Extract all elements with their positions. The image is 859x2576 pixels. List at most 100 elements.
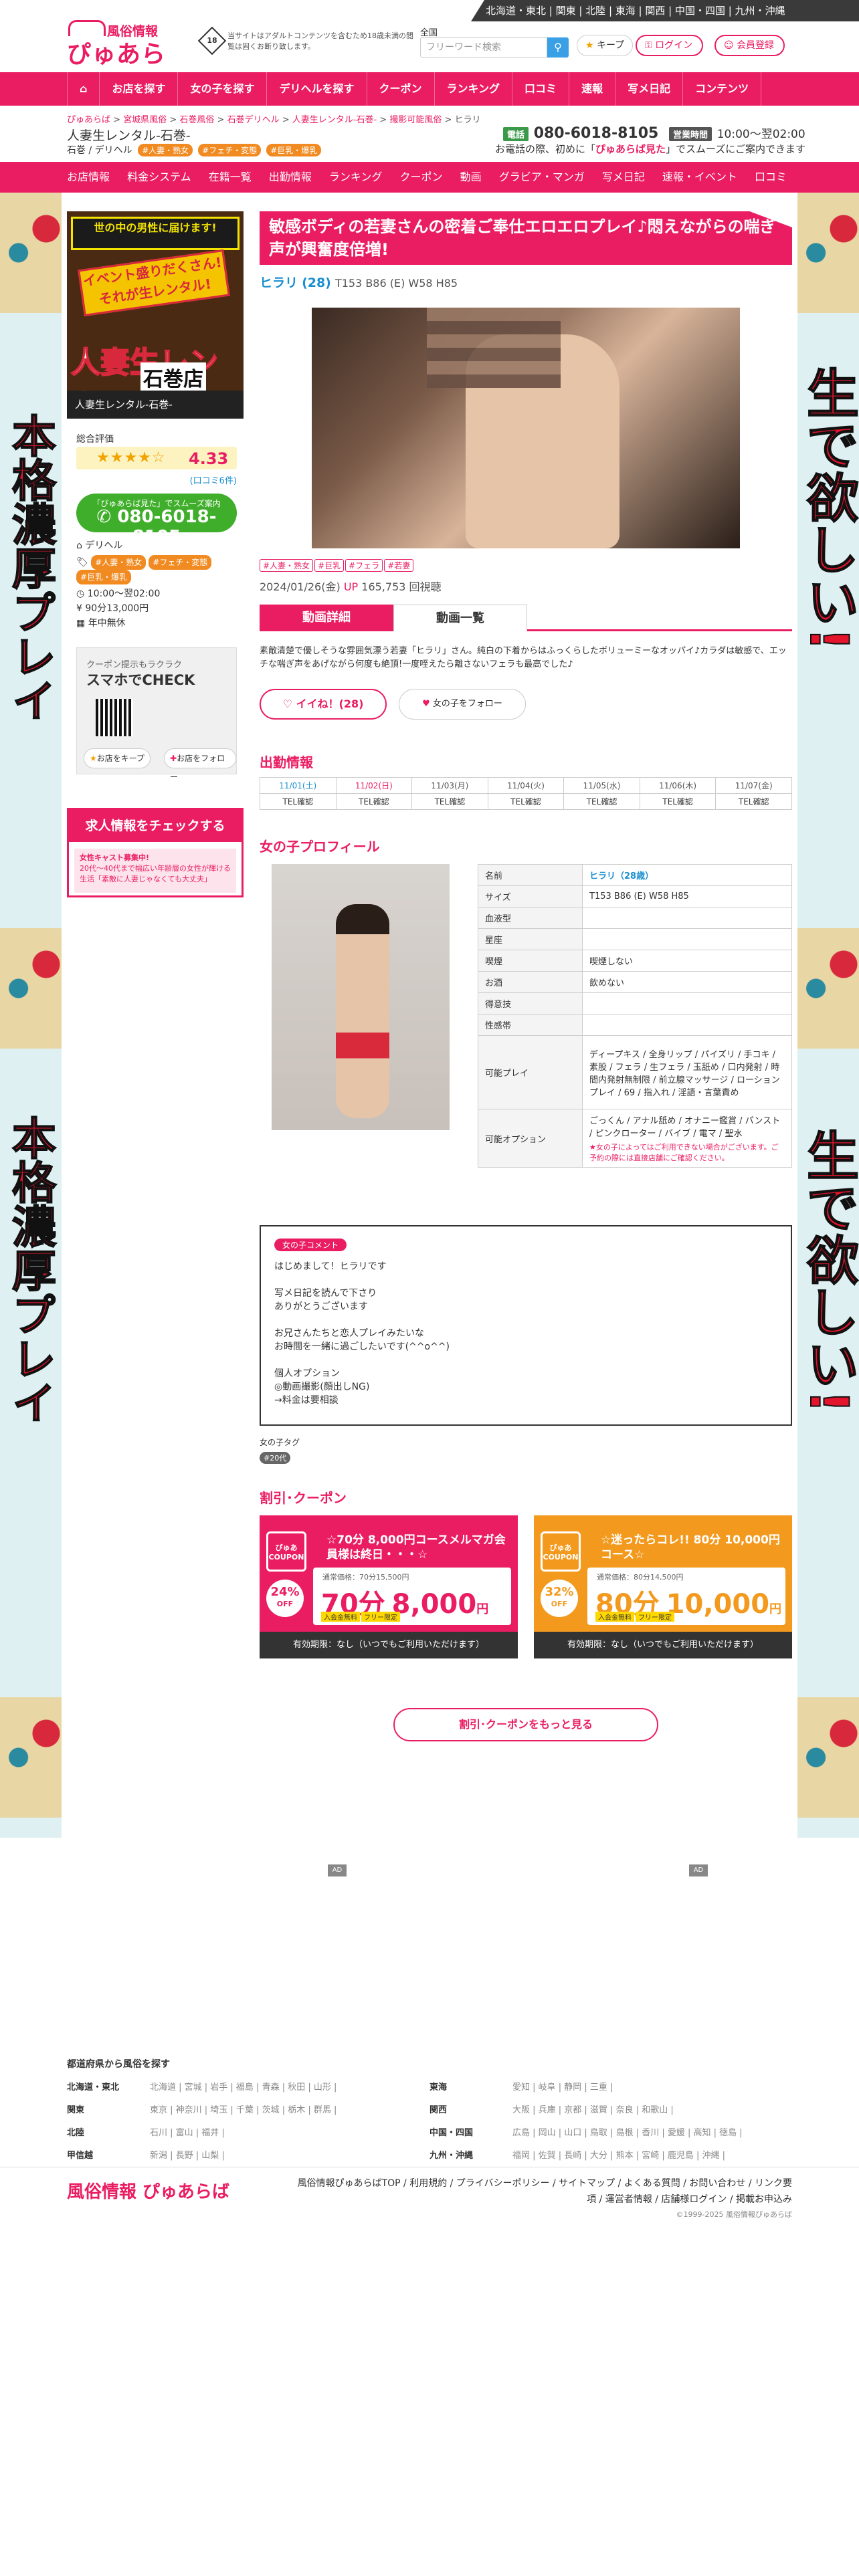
main-nav-item[interactable]: お店を探す — [99, 72, 177, 106]
right-side-banner[interactable]: 生で欲しい! 生で欲しい! — [797, 193, 859, 1838]
sub-nav-item[interactable]: 口コミ — [747, 162, 795, 193]
tab-video-detail[interactable]: 動画詳細 — [260, 605, 393, 631]
job-info-box[interactable]: 求人情報をチェックする 女性キャスト募集中! 20代〜40代まで幅広い年齢層の女性… — [67, 808, 244, 897]
sub-nav-item[interactable]: グラビア・マンガ — [491, 162, 593, 193]
prefecture-region[interactable]: 北陸 — [67, 2123, 84, 2144]
left-side-banner[interactable]: 本格濃厚プレイ 本格濃厚プレイ — [0, 193, 62, 1838]
breadcrumb-link[interactable]: 撮影可能風俗 — [389, 115, 442, 125]
follow-girl-button[interactable]: ♥ 女の子をフォロー — [399, 689, 526, 720]
rating-box: 総合評価 ★★★★☆ 4.33 (口コミ6件) — [67, 429, 244, 486]
shop-tag[interactable]: #フェチ・変態 — [198, 144, 262, 156]
prefecture-links[interactable]: 新潟 | 長野 | 山梨 | — [150, 2145, 225, 2167]
sub-nav-item[interactable]: 速報・イベント — [654, 162, 745, 193]
profile-value: 飲めない — [582, 971, 792, 993]
rating-label: 総合評価 — [76, 434, 114, 445]
sub-nav-item[interactable]: 動画 — [452, 162, 490, 193]
shop-name[interactable]: 人妻生レンタル-石巻- — [67, 126, 191, 144]
main-nav: ⌂ お店を探す 女の子を探す デリヘルを探す クーポン ランキング 口コミ 速報 写メ日記 コン… — [0, 72, 859, 106]
sub-nav-item[interactable]: 料金システム — [119, 162, 199, 193]
girl-name[interactable]: ヒラリ — [260, 276, 298, 290]
prefecture-region[interactable]: 北海道・東北 — [67, 2077, 119, 2099]
main-nav-item[interactable]: 口コミ — [512, 72, 569, 106]
main-nav-item[interactable]: ランキング — [434, 72, 512, 106]
video-tag[interactable]: #若妻 — [384, 559, 414, 572]
sub-nav-item[interactable]: 在籍一覧 — [201, 162, 260, 193]
schedule-status: TEL確認 — [563, 793, 640, 810]
shop-area-type[interactable]: 石巻 / デリヘル — [67, 145, 132, 156]
login-button[interactable]: ⚿ ログイン — [636, 35, 704, 56]
profile-row: 得意技 — [478, 992, 792, 1014]
video-tag[interactable]: #人妻・熟女 — [260, 559, 314, 572]
logo-ring — [68, 20, 106, 36]
sub-nav-item[interactable]: ランキング — [321, 162, 391, 193]
breadcrumb-link[interactable]: 石巻デリヘル — [227, 115, 280, 125]
schedule-day: 11/06(木) — [639, 777, 717, 794]
user-icon: ☺ — [724, 40, 734, 51]
prefecture-region[interactable]: 関西 — [430, 2100, 447, 2121]
search-icon[interactable]: ⚲ — [547, 37, 569, 58]
coupon-chips: 入会金無料 フリー限定 — [321, 1612, 401, 1622]
side-tag[interactable]: #フェチ・変態 — [149, 555, 212, 570]
prefecture-links[interactable]: 広島 | 岡山 | 山口 | 鳥取 | 島根 | 香川 | 愛媛 | 高知 | … — [512, 2123, 743, 2144]
keep-button[interactable]: ★ キープ — [577, 35, 634, 56]
sub-nav-item[interactable]: 出勤情報 — [261, 162, 320, 193]
side-tag[interactable]: #人妻・熟女 — [91, 555, 147, 570]
profile-option-note: ★女の子によってはご利用できない場合がございます。ご予約の際には直接店舗にご確認… — [589, 1143, 779, 1162]
breadcrumb-link[interactable]: ぴゅあらば — [67, 115, 110, 125]
register-label: 会員登録 — [737, 40, 775, 51]
sub-nav-item[interactable]: お店情報 — [59, 162, 118, 193]
shop-tag[interactable]: #巨乳・爆乳 — [266, 144, 322, 156]
tel-number[interactable]: 080-6018-8105 — [534, 125, 659, 142]
shop-banner[interactable]: 世の中の男性に届けます! イベント盛りだくさん! それが生レンタル! 人妻生レン… — [67, 211, 244, 419]
main-nav-item[interactable]: 速報 — [569, 72, 615, 106]
video-player[interactable] — [312, 308, 740, 548]
breadcrumb-link[interactable]: 人妻生レンタル-石巻- — [292, 115, 377, 125]
footer-logo[interactable]: 風俗情報 ぴゅあらば — [67, 2178, 229, 2203]
main-nav-item[interactable]: 写メ日記 — [615, 72, 682, 106]
girl-tag[interactable]: #20代 — [260, 1452, 291, 1464]
sub-nav-item[interactable]: 写メ日記 — [594, 162, 653, 193]
coupon-card[interactable]: ぴゅあ COUPON ☆迷ったらコレ!! 80分 10,000円コース☆ 通常価格：8… — [534, 1515, 792, 1658]
breadcrumb-link[interactable]: 石巻風俗 — [179, 115, 214, 125]
breadcrumb-link[interactable]: 宮城県風俗 — [123, 115, 167, 125]
main-nav-item[interactable]: コンテンツ — [682, 72, 762, 106]
like-button[interactable]: ♡ イイね！(28) — [260, 689, 387, 720]
side-tag[interactable]: #巨乳・爆乳 — [76, 570, 132, 584]
prefecture-region[interactable]: 甲信越 — [67, 2145, 93, 2167]
keep-shop-button[interactable]: ★お店をキープ — [84, 748, 151, 768]
coupon-card[interactable]: ぴゅあ COUPON ☆70分 8,000円コースメルマガ会員様は終日・・・☆ 通常価… — [260, 1515, 518, 1658]
prefecture-links[interactable]: 石川 | 富山 | 福井 | — [150, 2123, 225, 2144]
main-nav-item[interactable]: デリヘルを探す — [266, 72, 366, 106]
prefecture-links[interactable]: 福岡 | 佐賀 | 長崎 | 大分 | 熊本 | 宮崎 | 鹿児島 | 沖縄 | — [512, 2145, 725, 2167]
main-nav-item[interactable]: 女の子を探す — [177, 72, 266, 106]
prefecture-region[interactable]: 東海 — [430, 2077, 447, 2099]
video-headline: 敏感ボディの若妻さんの密着ご奉仕エロエロプレイ♪悶えながらの喘ぎ声が興奮度倍増! — [260, 211, 792, 265]
region-links[interactable]: 北海道・東北 | 関東 | 北陸 | 東海 | 関西 | 中国・四国 | 九州・… — [471, 0, 859, 21]
prefecture-links[interactable]: 北海道 | 宮城 | 岩手 | 福島 | 青森 | 秋田 | 山形 | — [150, 2077, 337, 2099]
prefecture-links[interactable]: 愛知 | 岐阜 | 静岡 | 三重 | — [512, 2077, 613, 2099]
prefecture-region[interactable]: 九州・沖縄 — [430, 2145, 473, 2167]
prefecture-region[interactable]: 中国・四国 — [430, 2123, 473, 2144]
prefecture-group: 東海 愛知 | 岐阜 | 静岡 | 三重 | — [430, 2077, 777, 2099]
site-logo[interactable]: 風俗情報 ぴゅあらば — [67, 20, 187, 103]
review-count-link[interactable]: (口コミ6件) — [190, 473, 237, 486]
tab-video-list[interactable]: 動画一覧 — [393, 605, 527, 631]
sub-nav-item[interactable]: クーポン — [392, 162, 451, 193]
video-tabs: 動画詳細 動画一覧 — [260, 605, 792, 631]
video-tag[interactable]: #フェラ — [345, 559, 383, 572]
footer-links[interactable]: 風俗情報ぴゅあらばTOP / 利用規約 / プライバシーポリシー / サイトマッ… — [297, 2175, 792, 2208]
more-coupons-button[interactable]: 割引･クーポンをもっと見る — [393, 1708, 658, 1741]
prefecture-links[interactable]: 東京 | 神奈川 | 埼玉 | 千葉 | 茨城 | 栃木 | 群馬 | — [150, 2100, 337, 2121]
video-tag[interactable]: #巨乳 — [314, 559, 345, 572]
home-icon[interactable]: ⌂ — [67, 72, 99, 106]
shop-tag[interactable]: #人妻・熟女 — [138, 144, 193, 156]
search-input[interactable]: フリーワード検索 — [420, 37, 547, 58]
search-scope[interactable]: 全国 — [420, 25, 438, 38]
prefecture-links[interactable]: 大阪 | 兵庫 | 京都 | 滋賀 | 奈良 | 和歌山 | — [512, 2100, 674, 2121]
prefecture-region[interactable]: 関東 — [67, 2100, 84, 2121]
call-shop-button[interactable]: 「ぴゅあらば見た」でスムーズ案内 ✆ 080-6018-8105 — [76, 494, 237, 547]
register-button[interactable]: ☺ 会員登録 — [714, 35, 785, 56]
profile-photo[interactable] — [272, 864, 450, 1130]
follow-shop-button[interactable]: ✚お店をフォロー — [164, 748, 236, 782]
main-nav-item[interactable]: クーポン — [366, 72, 434, 106]
